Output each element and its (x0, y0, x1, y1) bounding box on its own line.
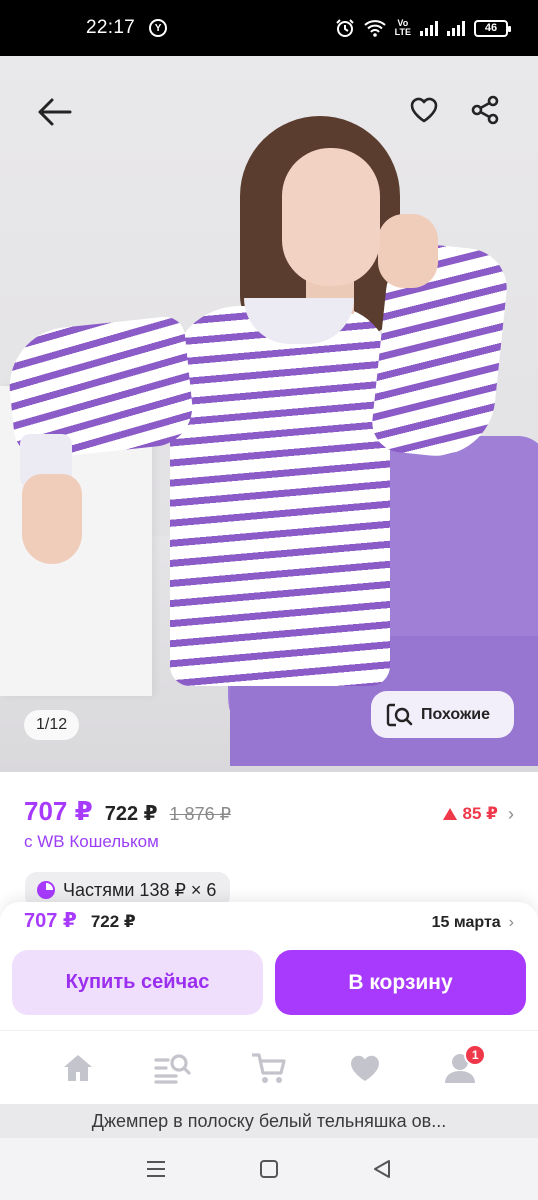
similar-button[interactable]: Похожие (371, 691, 514, 738)
sheet-price-wallet: 707 ₽ (24, 910, 77, 932)
price-old: 1 876 ₽ (169, 804, 232, 824)
alarm-icon (335, 19, 354, 37)
arrow-left-icon (38, 98, 72, 126)
battery-icon: 46 (474, 19, 511, 37)
home-nav-button[interactable] (249, 1149, 289, 1189)
share-icon (471, 95, 499, 125)
tab-home[interactable] (48, 1038, 108, 1098)
tab-bar: 1 (0, 1030, 538, 1104)
catalog-search-icon (154, 1053, 191, 1084)
recent-apps-button[interactable] (136, 1149, 176, 1189)
signal-icon-1 (420, 20, 438, 36)
cart-badge: 1 (464, 1043, 487, 1066)
price-wallet: 707 ₽ (24, 796, 93, 826)
tab-favorites[interactable] (335, 1038, 395, 1098)
tab-profile[interactable]: 1 (430, 1038, 490, 1098)
chevron-right-icon: › (508, 803, 514, 824)
share-button[interactable] (464, 90, 506, 130)
price-history-button[interactable]: 85 ₽ › (442, 803, 514, 825)
pie-chart-icon (37, 881, 55, 899)
signal-icon-2 (447, 20, 465, 36)
delivery-date: 15 марта (431, 914, 501, 931)
similar-label: Похожие (421, 705, 491, 723)
back-button[interactable] (30, 94, 78, 130)
price-drop-value: 85 ₽ (462, 804, 498, 823)
menu-icon (147, 1161, 166, 1177)
photo-right-hand (378, 214, 438, 288)
volte-icon: Vo LTE (395, 19, 411, 37)
notification-icon: Y (149, 19, 168, 37)
heart-icon (350, 1055, 379, 1081)
product-title: Джемпер в полоску белый тельняшка ов... (0, 1104, 538, 1138)
heart-outline-icon (410, 97, 438, 123)
wallet-note[interactable]: с WB Кошельком (24, 832, 159, 852)
triangle-up-icon (442, 808, 457, 820)
delivery-date-button[interactable]: 15 марта › (432, 914, 514, 932)
system-nav-bar (0, 1138, 538, 1200)
photo-face (282, 148, 380, 286)
triangle-back-icon (373, 1160, 390, 1178)
sheet-price-regular: 722 ₽ (90, 912, 136, 931)
status-time: 22:17 (86, 17, 136, 38)
chevron-right-icon: › (508, 914, 514, 931)
cart-icon (251, 1052, 286, 1083)
price-row: 707 ₽ 722 ₽ 1 876 ₽ 85 ₽ › (24, 796, 514, 832)
status-bar: 22:17 Y Vo LTE 46 (0, 0, 538, 56)
volte-bottom: LTE (394, 27, 411, 37)
tab-catalog[interactable] (143, 1038, 203, 1098)
home-icon (63, 1054, 92, 1081)
sheet-price-row: 707 ₽ 722 ₽ 15 марта › (24, 908, 514, 936)
product-photo[interactable] (0, 56, 538, 772)
tab-cart[interactable] (239, 1038, 299, 1098)
back-nav-button[interactable] (362, 1149, 402, 1189)
search-similar-icon (386, 703, 413, 726)
status-icons: Vo LTE 46 (335, 18, 511, 38)
image-counter: 1/12 (24, 710, 80, 740)
purchase-sheet: 707 ₽ 722 ₽ 15 марта › Купить сейчас В ко… (0, 902, 538, 1030)
price-regular: 722 ₽ (104, 803, 158, 825)
favorite-button[interactable] (404, 90, 444, 130)
buy-now-button[interactable]: Купить сейчас (12, 950, 263, 1015)
square-icon (259, 1160, 278, 1178)
add-to-cart-button[interactable]: В корзину (275, 950, 526, 1015)
photo-striped-jumper (170, 306, 390, 686)
wifi-icon (363, 20, 386, 37)
photo-left-hand (22, 474, 82, 564)
installments-label: Частями 138 ₽ × 6 (63, 879, 217, 900)
